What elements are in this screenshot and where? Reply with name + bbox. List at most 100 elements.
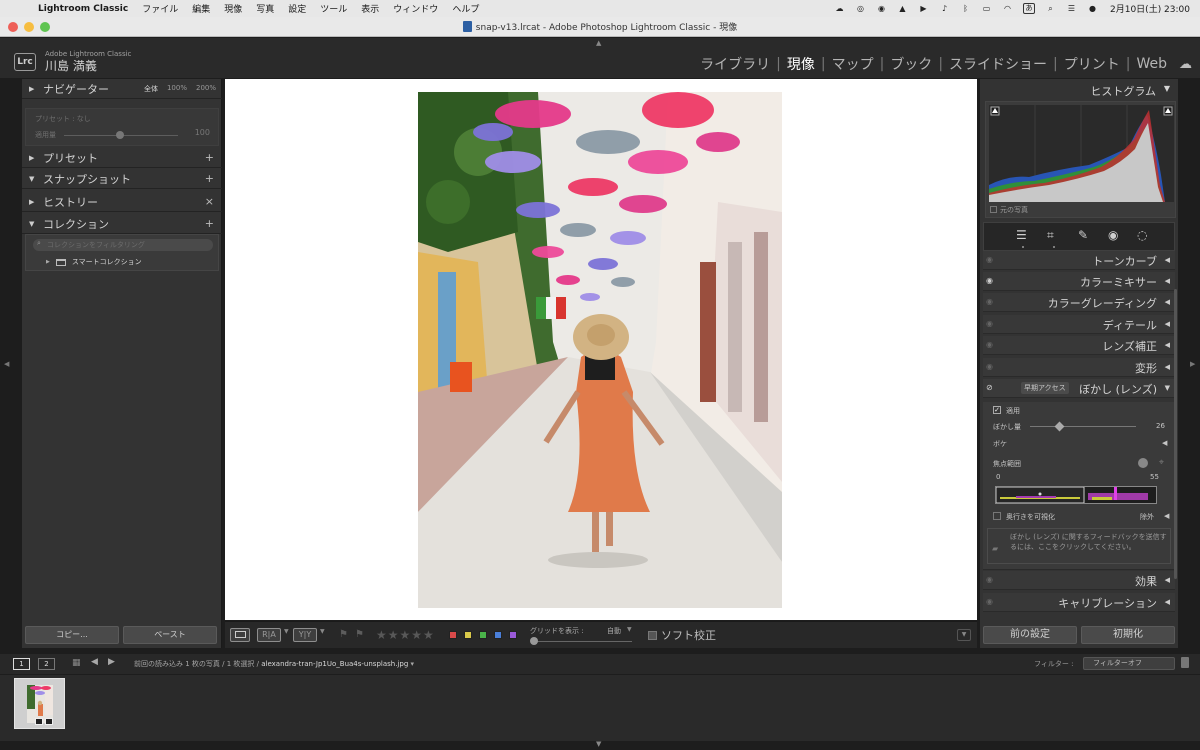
bokeh-expand-icon[interactable]: ◀: [1162, 439, 1167, 447]
apply-checkbox[interactable]: ✓: [993, 406, 1001, 414]
color-label-yellow[interactable]: [464, 631, 472, 639]
module-library[interactable]: ライブラリ: [694, 54, 776, 74]
filmstrip-thumbnail[interactable]: [14, 678, 65, 729]
control-center-icon[interactable]: ☰: [1066, 4, 1077, 13]
section-effects[interactable]: ◉ 効果 ◀: [983, 571, 1175, 590]
back-arrow-icon[interactable]: ◀: [91, 657, 98, 667]
grid-view-icon[interactable]: ▦: [72, 658, 81, 668]
section-calibration[interactable]: ◉ キャリブレーション ◀: [983, 593, 1175, 612]
battery-icon[interactable]: ▭: [981, 4, 992, 13]
point-focus-icon[interactable]: ⌖: [1159, 458, 1164, 468]
visibility-eye-icon[interactable]: ◉: [986, 597, 993, 606]
color-label-green[interactable]: [479, 631, 487, 639]
menubar-clock[interactable]: 2月10日(土) 23:00: [1110, 2, 1190, 15]
bokeh-label[interactable]: ボケ: [993, 439, 1007, 449]
grid-dropdown-icon[interactable]: ▼: [627, 626, 632, 633]
menu-file[interactable]: ファイル: [142, 2, 178, 15]
add-collection-icon[interactable]: +: [205, 217, 214, 230]
source-dropdown-icon[interactable]: ▾: [411, 660, 415, 668]
right-panel-scrollbar[interactable]: [1174, 289, 1177, 579]
volume-icon[interactable]: ♪: [939, 4, 950, 13]
visibility-eye-icon[interactable]: ◉: [986, 276, 993, 285]
view-dropdown-icon[interactable]: ▼: [320, 628, 325, 635]
grid-opacity-knob[interactable]: [530, 637, 538, 645]
sync-icon[interactable]: ◉: [876, 4, 887, 13]
zoom-100-option[interactable]: 100%: [167, 84, 187, 94]
cloud-icon[interactable]: ☁: [834, 4, 845, 13]
blur-amount-value[interactable]: 26: [1156, 422, 1165, 430]
histogram-header[interactable]: ヒストグラム ▼: [980, 79, 1178, 101]
visibility-eye-icon[interactable]: ◉: [986, 362, 993, 371]
photo-canvas[interactable]: [225, 79, 977, 620]
loupe-view-button[interactable]: [230, 628, 250, 642]
play-icon[interactable]: ▶: [918, 4, 929, 13]
creative-cloud-icon[interactable]: ◎: [855, 4, 866, 13]
filter-lock-icon[interactable]: [1181, 657, 1189, 668]
bottom-panel-toggle-icon[interactable]: ▼: [596, 740, 601, 748]
right-panel-toggle-icon[interactable]: ▶: [1190, 360, 1195, 368]
cloud-sync-icon[interactable]: ☁: [1179, 57, 1192, 72]
color-label-red[interactable]: [449, 631, 457, 639]
section-color-grading[interactable]: ◉ カラーグレーディング ◀: [983, 293, 1175, 312]
section-color-mixer[interactable]: ◉ カラーミキサー ◀: [983, 272, 1175, 291]
blur-amount-knob[interactable]: [1054, 421, 1065, 432]
flag-reject-icon[interactable]: ⚑: [355, 629, 364, 640]
subject-focus-icon[interactable]: [1138, 458, 1148, 468]
before-after-tb-button[interactable]: Y|Y: [293, 628, 317, 642]
visualize-depth-checkbox[interactable]: [993, 512, 1001, 520]
zoom-200-option[interactable]: 200%: [196, 84, 216, 94]
ime-indicator[interactable]: あ: [1023, 3, 1035, 14]
visibility-eye-icon[interactable]: ◉: [986, 319, 993, 328]
copy-settings-button[interactable]: コピー...: [25, 626, 119, 644]
feedback-box[interactable]: ▰ ぼかし (レンズ) に関するフィードバックを送信するには、ここをクリックして…: [987, 528, 1171, 564]
siri-icon[interactable]: ●: [1087, 4, 1098, 13]
healing-icon[interactable]: ✎: [1078, 228, 1088, 242]
clear-history-icon[interactable]: ×: [205, 195, 214, 208]
grid-opacity-track[interactable]: [532, 641, 632, 642]
histogram-graph[interactable]: [989, 105, 1174, 202]
left-panel-toggle-icon[interactable]: ◀: [4, 360, 9, 368]
section-lens-blur[interactable]: ⊘ 早期アクセス ぼかし (レンズ) ▼: [983, 379, 1175, 398]
grid-overlay-value[interactable]: 自動: [607, 626, 621, 636]
primary-display-button[interactable]: 1: [13, 658, 30, 670]
collections-header[interactable]: ▼ コレクション +: [22, 214, 222, 234]
navigator-header[interactable]: ▶ ナビゲーター 全体 100% 200%: [22, 79, 222, 99]
main-photo[interactable]: [418, 92, 782, 608]
module-develop[interactable]: 現像: [781, 54, 821, 74]
soft-proof-checkbox[interactable]: [648, 631, 657, 640]
menu-tools[interactable]: ツール: [320, 2, 347, 15]
section-lens-correction[interactable]: ◉ レンズ補正 ◀: [983, 336, 1175, 355]
presets-header[interactable]: ▶ プリセット +: [22, 148, 222, 168]
reset-button[interactable]: 初期化: [1081, 626, 1175, 644]
zoom-fit-option[interactable]: 全体: [144, 84, 158, 94]
add-snapshot-icon[interactable]: +: [205, 172, 214, 185]
section-detail[interactable]: ◉ ディテール ◀: [983, 315, 1175, 334]
menu-develop[interactable]: 現像: [224, 2, 242, 15]
top-panel-toggle-icon[interactable]: ▲: [596, 39, 601, 47]
paste-settings-button[interactable]: ペースト: [123, 626, 217, 644]
expand-triangle-icon[interactable]: ▶: [46, 259, 50, 265]
visibility-eye-slash-icon[interactable]: ⊘: [986, 383, 993, 392]
module-print[interactable]: プリント: [1058, 54, 1126, 74]
toolbar-menu-icon[interactable]: ▼: [957, 629, 971, 641]
snapshots-header[interactable]: ▼ スナップショット +: [22, 169, 222, 189]
previous-settings-button[interactable]: 前の設定: [983, 626, 1077, 644]
preset-amount-knob[interactable]: [116, 131, 124, 139]
collection-filter-input[interactable]: コレクションをフィルタリング: [33, 239, 213, 251]
menu-help[interactable]: ヘルプ: [452, 2, 479, 15]
history-header[interactable]: ▶ ヒストリー ×: [22, 192, 222, 212]
vlc-icon[interactable]: ▲: [897, 4, 908, 13]
visibility-eye-icon[interactable]: ◉: [986, 575, 993, 584]
blur-amount-track[interactable]: [1030, 426, 1136, 427]
smart-collection-item[interactable]: ▶ スマートコレクション: [46, 257, 142, 267]
show-original-checkbox[interactable]: [990, 206, 997, 213]
red-eye-icon[interactable]: ◉: [1108, 228, 1118, 242]
section-transform[interactable]: ◉ 変形 ◀: [983, 358, 1175, 377]
filter-select[interactable]: フィルターオフ: [1083, 657, 1175, 670]
masking-icon[interactable]: ◌: [1137, 228, 1147, 242]
wifi-icon[interactable]: ◠: [1002, 4, 1013, 13]
section-tone-curve[interactable]: ◉ トーンカーブ ◀: [983, 251, 1175, 270]
color-label-blue[interactable]: [494, 631, 502, 639]
menu-app-name[interactable]: Lightroom Classic: [38, 4, 128, 14]
exclude-label[interactable]: 除外: [1140, 512, 1154, 522]
